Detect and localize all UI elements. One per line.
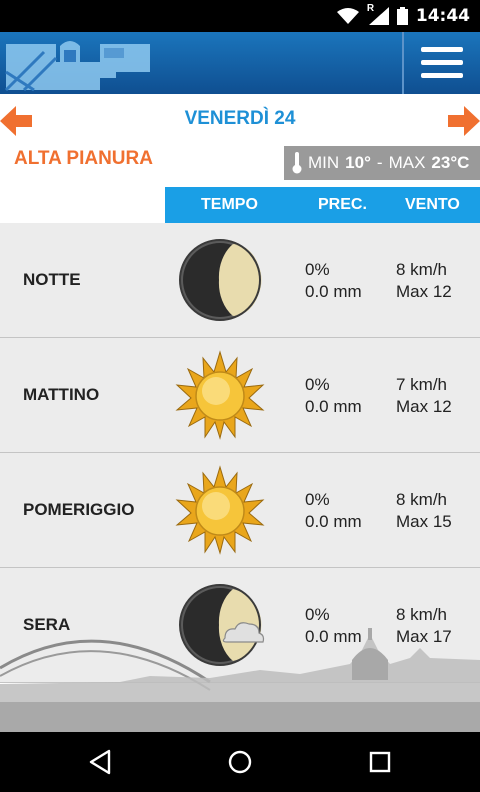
clock: 14:44 [415, 6, 470, 26]
forecast-row-notte: NOTTE 0% 0.0 mm 8 km/h Max 12 [0, 223, 480, 338]
wind: 8 km/h Max 12 [396, 259, 452, 303]
status-bar: R 14:44 [0, 0, 480, 32]
temperature-range: MIN 10° - MAX 23°C [284, 146, 480, 180]
min-label: MIN [308, 153, 340, 172]
sun-icon [175, 465, 265, 555]
back-icon[interactable] [85, 747, 115, 777]
menu-button[interactable] [404, 32, 480, 94]
signal-icon [368, 7, 389, 25]
wind-speed: 8 km/h [396, 490, 448, 509]
battery-icon [396, 7, 408, 25]
selected-day: VENERDÌ 24 [184, 108, 296, 129]
period-label: POMERIGGIO [23, 500, 135, 519]
forecast-rows: NOTTE 0% 0.0 mm 8 km/h Max 12 MATTINO 0%… [0, 223, 480, 683]
precipitation: 0% 0.0 mm [305, 489, 362, 533]
home-icon[interactable] [225, 747, 255, 777]
column-prec: PREC. [318, 196, 367, 213]
column-vento: VENTO [405, 196, 460, 213]
forecast-row-mattino: MATTINO 0% 0.0 mm 7 km/h Max 12 [0, 338, 480, 453]
wind-speed: 8 km/h [396, 260, 448, 279]
system-nav-bar [0, 732, 480, 792]
column-tempo: TEMPO [201, 196, 258, 213]
forecast-row-pomeriggio: POMERIGGIO 0% 0.0 mm 8 km/h Max 15 [0, 453, 480, 568]
max-label: MAX [388, 153, 426, 172]
precipitation: 0% 0.0 mm [305, 374, 362, 418]
prec-percent: 0% [305, 260, 330, 279]
prec-percent: 0% [305, 490, 330, 509]
forecast-content: VENERDÌ 24 ALTA PIANURA MIN 10° - MAX 23… [0, 94, 480, 732]
app-header [0, 32, 480, 94]
sun-icon [175, 350, 265, 440]
temp-separator: - [376, 153, 383, 172]
recents-icon[interactable] [365, 747, 395, 777]
city-skyline-logo[interactable] [4, 32, 154, 94]
max-value: 23°C [431, 153, 470, 172]
wifi-icon [336, 8, 359, 24]
column-header: TEMPO PREC. VENTO [165, 187, 480, 223]
min-value: 10° [345, 153, 371, 172]
city-skyline-illustration [0, 628, 480, 732]
zone-title: ALTA PIANURA [14, 148, 153, 169]
prec-mm: 0.0 mm [305, 512, 362, 531]
hamburger-menu-icon [421, 47, 463, 78]
wind: 8 km/h Max 15 [396, 489, 452, 533]
wind: 7 km/h Max 12 [396, 374, 452, 418]
prec-mm: 0.0 mm [305, 397, 362, 416]
prec-percent: 0% [305, 375, 330, 394]
day-navigation: VENERDÌ 24 [0, 94, 480, 146]
wind-max: Max 12 [396, 282, 452, 301]
wind-speed: 7 km/h [396, 375, 448, 394]
arrow-right-icon[interactable] [448, 106, 480, 136]
thermometer-icon [292, 152, 302, 174]
period-label: MATTINO [23, 385, 100, 404]
prec-mm: 0.0 mm [305, 282, 362, 301]
precipitation: 0% 0.0 mm [305, 259, 362, 303]
moon-icon [179, 239, 262, 321]
period-label: NOTTE [23, 270, 81, 289]
wind-max: Max 15 [396, 512, 452, 531]
wind-max: Max 12 [396, 397, 452, 416]
